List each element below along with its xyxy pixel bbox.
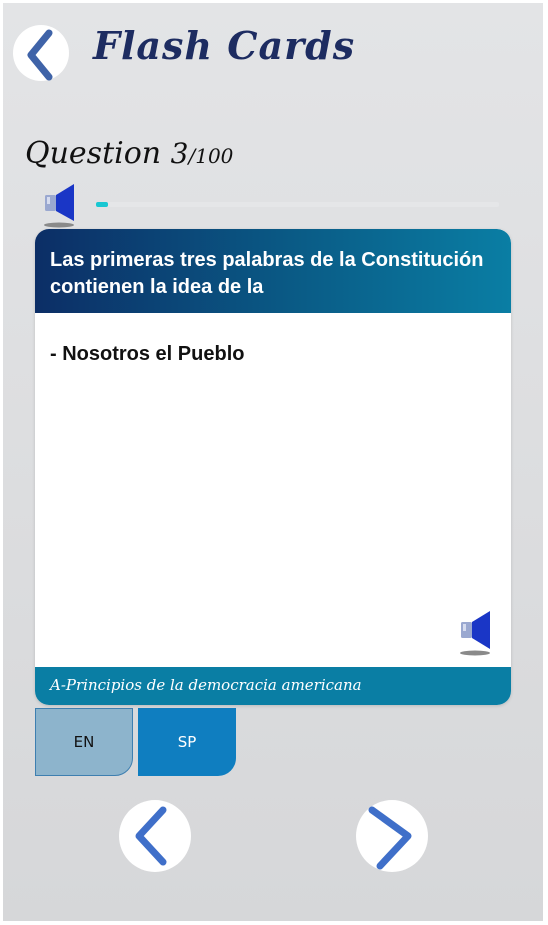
question-counter: Question 3/100	[25, 136, 233, 171]
card-category: A-Principios de la democracia americana	[50, 676, 362, 694]
question-label: Question	[25, 136, 162, 171]
question-current: 3	[170, 137, 189, 170]
back-button[interactable]	[13, 25, 69, 81]
play-answer-audio-button[interactable]	[457, 607, 493, 657]
language-en-button[interactable]: EN	[35, 708, 133, 776]
app-screen: Flash Cards Question 3/100 Las primeras …	[3, 3, 543, 921]
chevron-left-icon	[27, 29, 53, 81]
play-question-audio-button[interactable]	[41, 181, 77, 229]
chevron-right-icon	[368, 806, 412, 870]
card-footer: A-Principios de la democracia americana	[35, 667, 511, 705]
flash-card[interactable]: Las primeras tres palabras de la Constit…	[35, 229, 511, 705]
question-progress-bar	[96, 202, 499, 207]
speaker-icon	[460, 611, 490, 656]
card-question: Las primeras tres palabras de la Constit…	[50, 249, 484, 298]
next-card-button[interactable]	[356, 800, 428, 872]
speaker-icon	[44, 184, 74, 228]
chevron-left-icon	[135, 806, 167, 866]
previous-card-button[interactable]	[119, 800, 191, 872]
page-title: Flash Cards	[93, 23, 356, 68]
question-total: /100	[188, 144, 234, 168]
progress-fill	[96, 202, 109, 207]
card-header: Las primeras tres palabras de la Constit…	[35, 229, 511, 313]
card-answer: - Nosotros el Pueblo	[50, 343, 245, 365]
language-sp-button[interactable]: SP	[138, 708, 236, 776]
